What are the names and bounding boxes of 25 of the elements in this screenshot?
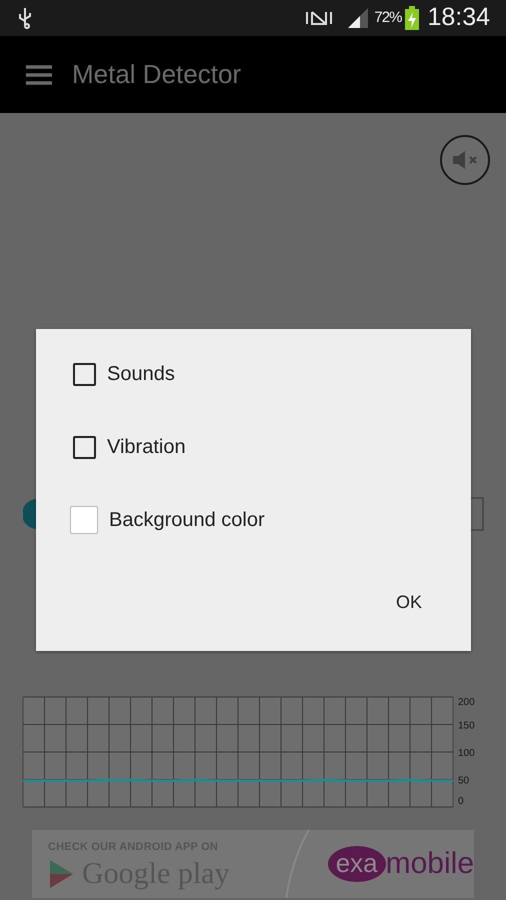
mute-button[interactable] — [440, 135, 490, 185]
checkbox[interactable] — [73, 436, 96, 458]
slider-knob — [23, 499, 37, 529]
y-tick-label: 100 — [458, 748, 475, 759]
logo-badge: exa — [328, 846, 386, 882]
option-checkbox[interactable]: Sounds — [73, 363, 175, 385]
checkbox[interactable] — [73, 362, 96, 386]
frame-edge — [471, 497, 484, 531]
play-icon — [48, 859, 74, 890]
clock-time: 18:34 — [427, 2, 490, 34]
checkbox[interactable] — [70, 506, 98, 534]
option-checkbox[interactable]: Vibration — [73, 436, 186, 458]
logo-word: mobile — [386, 849, 474, 879]
y-tick-label: 150 — [458, 720, 475, 732]
usb-icon — [18, 7, 32, 29]
option-checkbox[interactable]: Background color — [73, 509, 265, 531]
battery-percent: 72% — [374, 8, 402, 28]
y-tick-label: 200 — [458, 697, 475, 708]
y-tick-label: 50 — [458, 776, 470, 786]
ok-button[interactable]: OK — [396, 587, 422, 618]
app-title: Metal Detector — [72, 58, 242, 91]
y-tick-label: 0 — [458, 796, 464, 807]
mute-icon — [451, 149, 479, 171]
signal-icon — [346, 7, 370, 29]
menu-icon[interactable] — [26, 64, 52, 84]
